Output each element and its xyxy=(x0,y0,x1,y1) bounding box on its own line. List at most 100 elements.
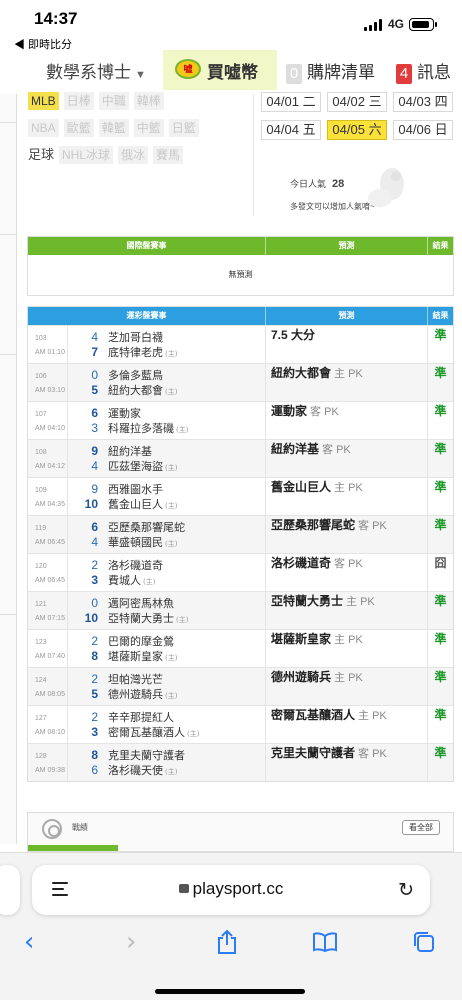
home-team-name[interactable]: 舊金山巨人 xyxy=(108,496,163,512)
clock: 14:37 xyxy=(34,9,78,28)
teams-cell: 0 多倫多藍鳥 5 紐約大都會 (主) xyxy=(68,364,266,401)
home-team-name[interactable]: 亞特蘭大勇士 xyxy=(108,610,174,626)
cart-button[interactable]: 0 購牌清單 xyxy=(286,58,375,84)
table-row[interactable]: 128 AM 09:38 8 克里夫蘭守護者 6 洛杉磯天使 (主) 克里夫蘭守護者客 PK 準 xyxy=(28,743,453,781)
lottery-games-table: 運彩盤賽事 預測 結果 103 AM 01:10 4 芝加哥白襪 7 底特律老虎 (主) 7.… xyxy=(27,306,454,782)
away-team-name[interactable]: 運動家 xyxy=(108,405,141,421)
sport-horse-racing[interactable]: 賽馬 xyxy=(153,146,184,164)
away-team-name[interactable]: 紐約洋基 xyxy=(108,443,152,459)
table-row[interactable]: 106 AM 03:10 0 多倫多藍鳥 5 紐約大都會 (主) 紐約大都會主 PK 準 xyxy=(28,363,453,401)
messages-button[interactable]: 4 訊息 xyxy=(396,58,451,84)
sport-khl[interactable]: 俄冰 xyxy=(118,146,149,164)
prediction-tag: 主 PK xyxy=(334,672,363,684)
home-team-name[interactable]: 堪薩斯皇家 xyxy=(108,648,163,664)
table-row[interactable]: 127 AM 08:10 2 辛辛那提紅人 3 密爾瓦基釀酒人 (主) 密爾瓦基釀酒人主 PK… xyxy=(28,705,453,743)
game-number: 128 xyxy=(35,753,47,760)
away-team-name[interactable]: 克里夫蘭守護者 xyxy=(108,747,185,763)
previous-tab-card[interactable] xyxy=(0,865,20,915)
home-mark: (主) xyxy=(165,768,178,776)
view-all-button[interactable]: 看全部 xyxy=(402,820,440,835)
buy-coin-button[interactable]: 噓 買噓幣 xyxy=(163,50,277,90)
away-score: 2 xyxy=(91,710,98,724)
away-team-name[interactable]: 辛辛那提紅人 xyxy=(108,709,174,725)
sport-nhl[interactable]: NHL冰球 xyxy=(59,146,114,164)
result-cell: 準 xyxy=(434,366,447,380)
prediction-cell: 亞歷桑那響尾蛇客 PK xyxy=(266,516,428,553)
away-score: 0 xyxy=(91,596,98,610)
away-team-name[interactable]: 芝加哥白襪 xyxy=(108,329,163,345)
sport-euro-basketball[interactable]: 歐籃 xyxy=(63,119,94,137)
sport-cpbl[interactable]: 中職 xyxy=(98,92,129,110)
home-team-line: 3 科羅拉多落磯 (主) xyxy=(68,420,265,435)
sport-npb[interactable]: 日棒 xyxy=(63,92,94,110)
home-team-name[interactable]: 科羅拉多落磯 xyxy=(108,420,174,436)
home-score: 10 xyxy=(84,497,98,511)
home-team-name[interactable]: 德州遊騎兵 xyxy=(108,686,163,702)
sport-kbo[interactable]: 韓棒 xyxy=(133,92,164,110)
date-0405-selected[interactable]: 04/05 六 xyxy=(327,120,387,140)
address-bar[interactable]: playsport.cc ↻ xyxy=(32,865,430,915)
away-team-name[interactable]: 邁阿密馬林魚 xyxy=(108,595,174,611)
sport-china-basketball[interactable]: 中籃 xyxy=(133,119,164,137)
tabs-icon[interactable] xyxy=(412,930,436,954)
home-mark: (主) xyxy=(187,730,200,738)
reload-icon[interactable]: ↻ xyxy=(398,879,414,901)
game-time-cell: 106 AM 03:10 xyxy=(28,364,68,401)
home-team-name[interactable]: 密爾瓦基釀酒人 xyxy=(108,724,185,740)
away-score: 0 xyxy=(91,368,98,382)
away-team-name[interactable]: 坦帕灣光芒 xyxy=(108,671,163,687)
game-number: 123 xyxy=(35,639,47,646)
sport-nba[interactable]: NBA xyxy=(28,119,59,137)
table-row[interactable]: 109 AM 04:35 9 西雅圖水手 10 舊金山巨人 (主) 舊金山巨人主 PK 準 xyxy=(28,477,453,515)
table-row[interactable]: 108 AM 04:12 9 紐約洋基 4 匹茲堡海盜 (主) 紐約洋基客 PK 準 xyxy=(28,439,453,477)
bookmarks-icon[interactable] xyxy=(312,932,338,952)
url-text: playsport.cc xyxy=(32,879,430,899)
date-0406[interactable]: 04/06 日 xyxy=(393,120,453,140)
left-sidebar-edge[interactable] xyxy=(0,94,17,844)
forward-icon[interactable]: › xyxy=(126,927,136,957)
sport-japan-basketball[interactable]: 日籃 xyxy=(168,119,199,137)
home-team-name[interactable]: 底特律老虎 xyxy=(108,344,163,360)
date-0402[interactable]: 04/02 三 xyxy=(327,92,387,112)
url-value: playsport.cc xyxy=(192,879,284,898)
away-team-name[interactable]: 亞歷桑那響尾蛇 xyxy=(108,519,185,535)
home-team-name[interactable]: 華盛頓國民 xyxy=(108,534,163,550)
prediction-pick: 紐約洋基 xyxy=(271,442,320,456)
table-row[interactable]: 119 AM 06:45 6 亞歷桑那響尾蛇 4 華盛頓國民 (主) 亞歷桑那響尾蛇客 PK 準 xyxy=(28,515,453,553)
away-team-name[interactable]: 多倫多藍鳥 xyxy=(108,367,163,383)
table-row[interactable]: 107 AM 04:10 6 運動家 3 科羅拉多落磯 (主) 運動家客 PK 準 xyxy=(28,401,453,439)
table-row[interactable]: 124 AM 08:05 2 坦帕灣光芒 5 德州遊騎兵 (主) 德州遊騎兵主 PK 準 xyxy=(28,667,453,705)
date-0403[interactable]: 04/03 四 xyxy=(393,92,453,112)
away-team-name[interactable]: 洛杉磯道奇 xyxy=(108,557,163,573)
prediction-pick: 堪薩斯皇家 xyxy=(271,632,332,646)
sport-mlb[interactable]: MLB xyxy=(28,92,59,110)
sport-soccer[interactable]: 足球 xyxy=(28,146,54,164)
home-mark: (主) xyxy=(165,502,178,510)
prediction-tag: 主 PK xyxy=(358,710,387,722)
teams-cell: 6 運動家 3 科羅拉多落磯 (主) xyxy=(68,402,266,439)
table-row[interactable]: 123 AM 07:40 2 巴爾的摩金鶯 8 堪薩斯皇家 (主) 堪薩斯皇家主 PK 準 xyxy=(28,629,453,667)
date-0401[interactable]: 04/01 二 xyxy=(261,92,321,112)
game-time: AM 06:45 xyxy=(35,577,65,584)
date-0404[interactable]: 04/04 五 xyxy=(261,120,321,140)
prediction-cell: 舊金山巨人主 PK xyxy=(266,478,428,515)
home-team-name[interactable]: 洛杉磯天使 xyxy=(108,762,163,778)
home-team-name[interactable]: 紐約大都會 xyxy=(108,382,163,398)
prediction-cell: 紐約洋基客 PK xyxy=(266,440,428,477)
sport-korea-basketball[interactable]: 韓籃 xyxy=(98,119,129,137)
user-menu[interactable]: 數學系博士 ▼ xyxy=(46,58,146,83)
table-row[interactable]: 120 AM 06:45 2 洛杉磯道奇 3 費城人 (主) 洛杉磯道奇客 PK 囧 xyxy=(28,553,453,591)
away-team-name[interactable]: 巴爾的摩金鶯 xyxy=(108,633,174,649)
result-cell: 準 xyxy=(434,442,447,456)
home-team-name[interactable]: 匹茲堡海盜 xyxy=(108,458,163,474)
back-icon[interactable]: ‹ xyxy=(24,927,34,957)
away-team-line: 6 亞歷桑那響尾蛇 xyxy=(68,519,265,534)
table-row[interactable]: 121 AM 07:15 0 邁阿密馬林魚 10 亞特蘭大勇士 (主) 亞特蘭大勇士主 PK 準 xyxy=(28,591,453,629)
table-row[interactable]: 103 AM 01:10 4 芝加哥白襪 7 底特律老虎 (主) 7.5 大分 準 xyxy=(28,325,453,363)
away-score: 2 xyxy=(91,672,98,686)
home-team-name[interactable]: 費城人 xyxy=(108,572,141,588)
game-time-cell: 128 AM 09:38 xyxy=(28,744,68,781)
share-icon[interactable] xyxy=(216,929,238,955)
away-team-name[interactable]: 西雅圖水手 xyxy=(108,481,163,497)
away-team-line: 2 坦帕灣光芒 xyxy=(68,671,265,686)
